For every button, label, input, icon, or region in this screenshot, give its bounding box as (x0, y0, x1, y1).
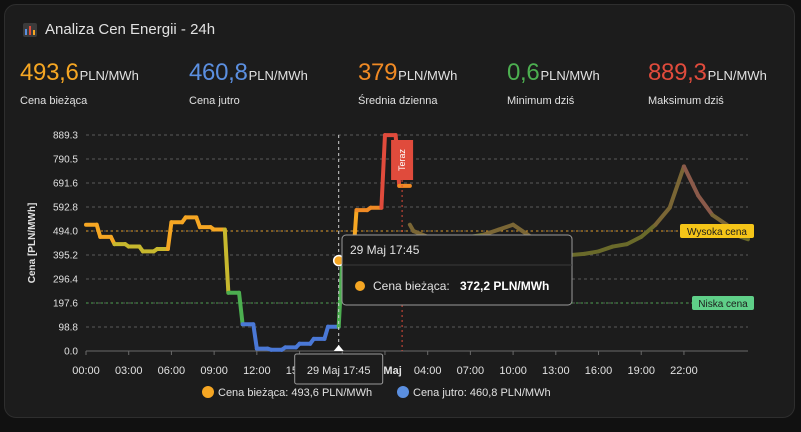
y-tick-label: 494.0 (53, 227, 78, 238)
series-tomorrow-segment (582, 249, 601, 256)
now-marker-label: Teraz (397, 149, 407, 172)
series-tomorrow-segment (511, 222, 530, 237)
series-tomorrow-segment (653, 205, 672, 227)
series-today-segment (251, 322, 259, 351)
x-tick-label: 12:00 (243, 365, 271, 377)
x-tick-label: 22:00 (670, 365, 698, 377)
y-tick-label: 395.2 (53, 251, 78, 262)
x-tick-label: 13:00 (542, 365, 570, 377)
x-tick-label: 10:00 (499, 365, 527, 377)
y-tick-label: 296.4 (53, 275, 78, 286)
y-axis-label: Cena [PLN/MWh] (27, 203, 38, 284)
x-tick-label: 09:00 (200, 365, 228, 377)
series-today-segment (165, 220, 174, 251)
price-chart[interactable]: 0.0 98.8 197.6 296.4 395.2 494.0 592.8 691.6 790… (0, 0, 801, 432)
tooltip-value: 372,2 PLN/MWh (460, 279, 549, 293)
threshold-label: Wysoka cena (687, 227, 747, 238)
series-tomorrow-segment (696, 193, 715, 217)
tooltip-series-dot (355, 281, 365, 291)
x-tick-label: 04:00 (414, 365, 442, 377)
legend-label: Cena bieżąca: 493,6 PLN/MWh (218, 387, 372, 399)
x-tick-label: 19:00 (627, 365, 655, 377)
legend-marker[interactable] (202, 386, 214, 398)
series-tomorrow-segment (596, 244, 615, 254)
series-tomorrow-segment (610, 242, 629, 249)
series-tomorrow-segment (624, 234, 644, 247)
series-tomorrow-segment (496, 222, 516, 232)
series-today-segment (237, 290, 245, 327)
series-today-segment (222, 227, 231, 295)
series-tomorrow-segment (667, 164, 686, 210)
series-today-segment (379, 133, 387, 210)
x-tick-label: 06:00 (158, 365, 186, 377)
tooltip-title: 29 Maj 17:45 (350, 243, 420, 257)
series-tomorrow-segment (482, 227, 501, 237)
y-tick-label: 197.6 (53, 299, 78, 310)
y-tick-label: 889.3 (53, 131, 78, 142)
tooltip-series-name: Cena bieżąca: (373, 279, 450, 293)
series-tomorrow-segment (710, 212, 729, 227)
x-tick-label: 03:00 (115, 365, 143, 377)
legend-label: Cena jutro: 460,8 PLN/MWh (413, 387, 551, 399)
y-tick-label: 98.8 (59, 323, 79, 334)
series-tomorrow-segment (639, 222, 658, 239)
y-tick-label: 592.8 (53, 203, 78, 214)
threshold-label: Niska cena (698, 299, 748, 310)
y-tick-label: 691.6 (53, 179, 78, 190)
series-tomorrow-segment (681, 164, 701, 198)
legend-marker[interactable] (397, 386, 409, 398)
x-tick-label: 00:00 (72, 365, 100, 377)
y-tick-label: 790.5 (53, 154, 78, 165)
x-tick-label: 07:00 (457, 365, 485, 377)
crosshair-caret (333, 345, 344, 351)
y-tick-label: 0.0 (64, 347, 78, 358)
x-tick-label: 16:00 (585, 365, 613, 377)
crosshair-label: 29 Maj 17:45 (307, 365, 371, 377)
